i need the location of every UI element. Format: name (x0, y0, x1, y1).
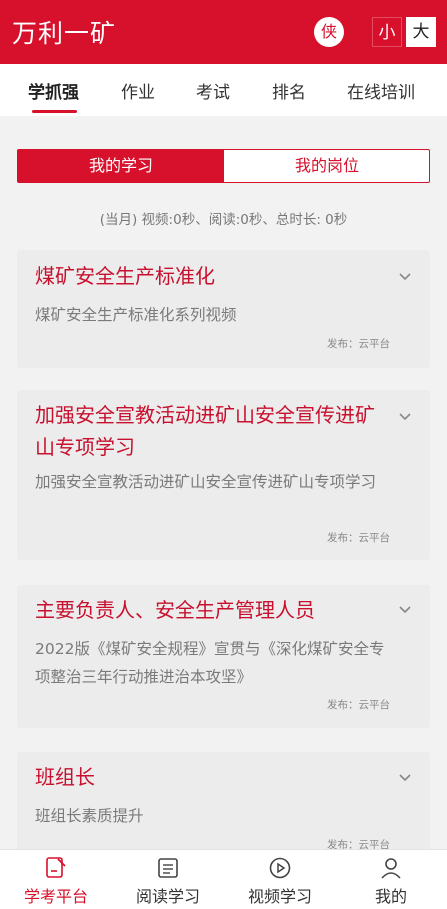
tab-exam[interactable]: 考试 (196, 78, 230, 103)
course-card[interactable]: 主要负责人、安全生产管理人员 2022版《煤矿安全规程》宣贯与《深化煤矿安全专项… (17, 585, 430, 728)
tab-ranking[interactable]: 排名 (272, 78, 306, 103)
course-publisher: 发布：云平台 (327, 338, 390, 350)
app-title: 万利一矿 (12, 19, 117, 48)
course-title: 煤矿安全生产标准化 (35, 264, 215, 288)
course-card[interactable]: 班组长 班组长素质提升 发布：云平台 (17, 752, 430, 862)
chevron-down-icon[interactable] (398, 410, 412, 424)
font-size-large-button[interactable]: 大 (406, 17, 436, 47)
app-header: 万利一矿 侠 小 大 (0, 0, 447, 64)
monthly-stats: (当月) 视频:0秒、阅读:0秒、总时长: 0秒 (99, 212, 348, 228)
nav-video[interactable]: 视频学习 (224, 850, 336, 909)
nav-label: 学考平台 (23, 887, 88, 906)
active-tab-indicator (32, 110, 77, 113)
nav-reading[interactable]: 阅读学习 (112, 850, 224, 909)
course-description: 班组长素质提升 (35, 807, 144, 825)
play-circle-icon (269, 857, 291, 879)
nav-label: 阅读学习 (135, 887, 200, 906)
list-doc-icon (158, 858, 178, 878)
course-title: 加强安全宣教活动进矿山安全宣传进矿山专项学习 (35, 403, 375, 459)
top-tabs: 学抓强 作业 考试 排名 在线培训 (0, 64, 447, 116)
user-icon (381, 858, 401, 879)
tab-xuezhuaqiang[interactable]: 学抓强 (28, 78, 79, 103)
course-description: 加强安全宣教活动进矿山安全宣传进矿山专项学习 (35, 473, 377, 491)
chevron-down-icon[interactable] (398, 270, 412, 284)
font-size-small-button[interactable]: 小 (372, 17, 402, 47)
course-description: 2022版《煤矿安全规程》宣贯与《深化煤矿安全专项整治三年行动推进治本攻坚》 (35, 640, 385, 686)
course-title: 主要负责人、安全生产管理人员 (35, 598, 315, 622)
segment-my-post[interactable]: 我的岗位 (224, 150, 430, 182)
course-card[interactable]: 煤矿安全生产标准化 煤矿安全生产标准化系列视频 发布：云平台 (17, 250, 430, 368)
course-publisher: 发布：云平台 (327, 532, 390, 544)
nav-label: 我的 (374, 887, 407, 906)
segment-my-study[interactable]: 我的学习 (18, 150, 224, 182)
user-avatar[interactable]: 侠 (314, 17, 344, 47)
chevron-down-icon[interactable] (398, 771, 412, 785)
nav-exam-platform[interactable]: 学考平台 (0, 850, 112, 909)
nav-label: 视频学习 (247, 887, 312, 906)
course-description: 煤矿安全生产标准化系列视频 (35, 306, 237, 324)
nav-mine[interactable]: 我的 (335, 850, 447, 909)
chevron-down-icon[interactable] (398, 603, 412, 617)
course-card[interactable]: 加强安全宣教活动进矿山安全宣传进矿山专项学习 加强安全宣教活动进矿山安全宣传进矿… (17, 390, 430, 560)
edit-doc-icon (46, 857, 66, 878)
course-publisher: 发布：云平台 (327, 699, 390, 711)
course-title: 班组长 (35, 765, 95, 789)
tab-homework[interactable]: 作业 (121, 78, 155, 103)
study-segment-control: 我的学习 我的岗位 (17, 149, 430, 183)
tab-online-training[interactable]: 在线培训 (347, 78, 415, 103)
bottom-nav: 学考平台 阅读学习 视频学习 我的 (0, 849, 447, 909)
